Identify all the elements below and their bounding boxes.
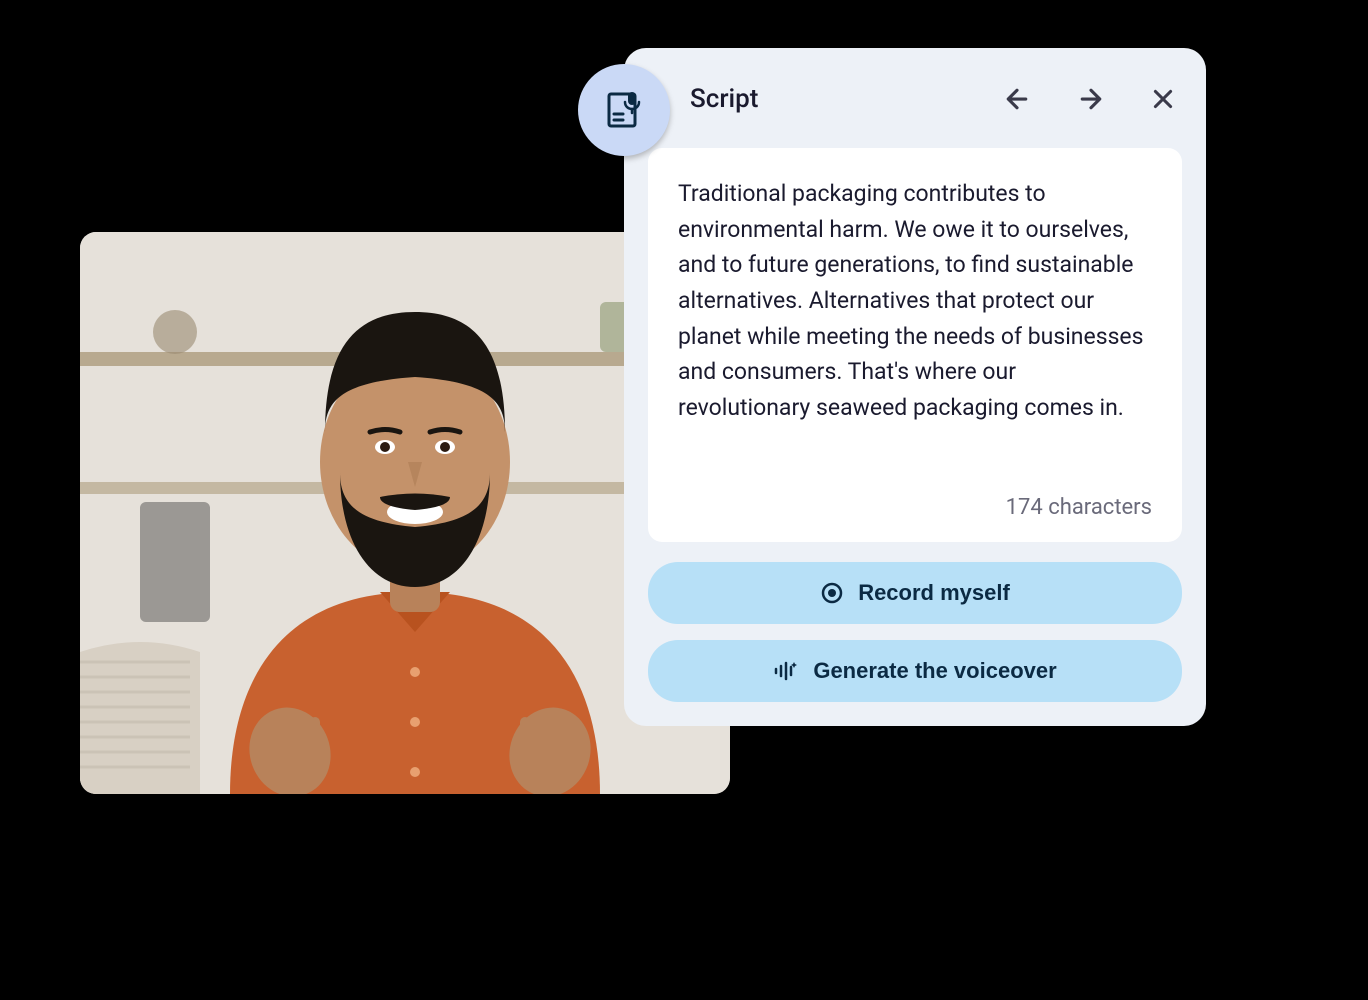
- nav-controls: [996, 78, 1182, 120]
- close-icon: [1150, 86, 1176, 112]
- back-button[interactable]: [996, 78, 1038, 120]
- ai-voice-icon: [773, 659, 799, 683]
- character-count: 174 characters: [678, 495, 1152, 520]
- panel-title: Script: [690, 84, 980, 114]
- script-text: Traditional packaging contributes to env…: [678, 176, 1152, 425]
- forward-button[interactable]: [1070, 78, 1112, 120]
- arrow-left-icon: [1002, 84, 1032, 114]
- close-button[interactable]: [1144, 80, 1182, 118]
- record-icon: [820, 581, 844, 605]
- arrow-right-icon: [1076, 84, 1106, 114]
- script-panel: Script Traditional packaging contributes…: [624, 48, 1206, 726]
- generate-button-label: Generate the voiceover: [813, 658, 1056, 684]
- record-button-label: Record myself: [858, 580, 1010, 606]
- panel-header: Script: [648, 70, 1182, 128]
- generate-voiceover-button[interactable]: Generate the voiceover: [648, 640, 1182, 702]
- record-myself-button[interactable]: Record myself: [648, 562, 1182, 624]
- script-mic-icon: [578, 64, 670, 156]
- script-textarea[interactable]: Traditional packaging contributes to env…: [648, 148, 1182, 542]
